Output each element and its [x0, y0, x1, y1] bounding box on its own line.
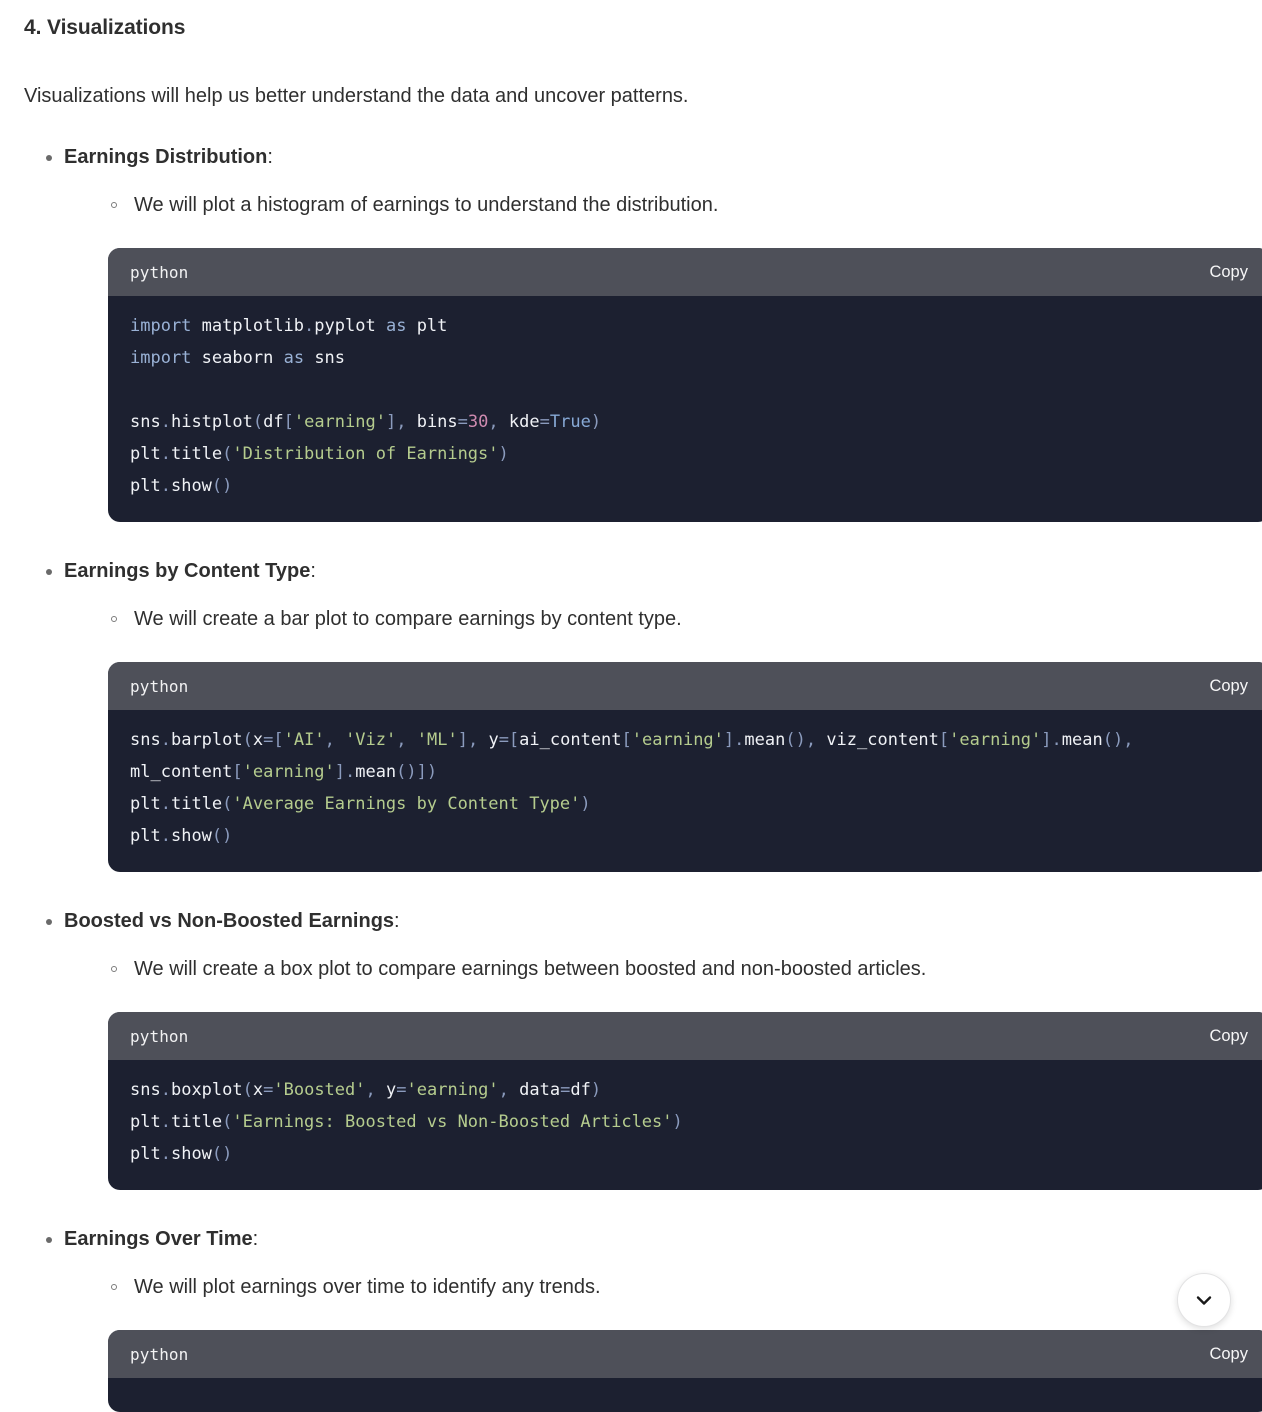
sub-list: We will create a bar plot to compare ear…: [64, 604, 1238, 634]
copy-button[interactable]: Copy: [1209, 677, 1248, 696]
sub-list-item: We will plot a histogram of earnings to …: [108, 190, 1238, 220]
list-item-title: Earnings Over Time: [64, 1228, 253, 1251]
list-item-colon: :: [252, 1228, 259, 1251]
code-language-label: python: [130, 676, 189, 696]
list-item-heading: Earnings Distribution:: [64, 142, 1238, 172]
code-content[interactable]: import matplotlib.pyplot as plt import s…: [108, 296, 1262, 522]
code-content[interactable]: sns.barplot(x=['AI', 'Viz', 'ML'], y=[ai…: [108, 710, 1262, 872]
code-language-label: python: [130, 262, 189, 282]
code-block-header: python Copy: [108, 248, 1262, 297]
list-item-colon: :: [310, 560, 316, 583]
list-item-colon: :: [394, 910, 400, 933]
list-item-heading: Boosted vs Non-Boosted Earnings:: [64, 906, 1238, 936]
list-item: Earnings by Content Type: We will create…: [24, 556, 1262, 873]
list-item-title: Earnings by Content Type: [64, 560, 311, 583]
code-content[interactable]: sns.boxplot(x='Boosted', y='earning', da…: [108, 1060, 1262, 1190]
page-title: 4. Visualizations: [24, 16, 186, 39]
sub-list: We will create a box plot to compare ear…: [64, 954, 1238, 984]
code-block: python Copy sns.boxplot(x='Boosted', y='…: [108, 1012, 1262, 1191]
scroll-to-bottom-button[interactable]: [1177, 1273, 1231, 1327]
code-language-label: python: [130, 1026, 189, 1046]
visualization-list: Earnings Distribution: We will plot a hi…: [24, 142, 1262, 1412]
code-block-header: python Copy: [108, 1012, 1262, 1061]
copy-button[interactable]: Copy: [1209, 263, 1248, 282]
list-item: Earnings Over Time: We will plot earning…: [24, 1224, 1262, 1412]
sub-list-item: We will create a bar plot to compare ear…: [108, 604, 1238, 634]
sub-list: We will plot a histogram of earnings to …: [64, 190, 1238, 220]
code-block: python Copy import matplotlib.pyplot as …: [108, 248, 1262, 523]
sub-list: We will plot earnings over time to ident…: [64, 1272, 1238, 1302]
intro-paragraph: Visualizations will help us better under…: [24, 85, 689, 108]
document-content: 4. Visualizations Visualizations will he…: [0, 0, 1262, 1412]
sub-list-item: We will plot earnings over time to ident…: [108, 1272, 1238, 1302]
list-item: Boosted vs Non-Boosted Earnings: We will…: [24, 906, 1262, 1191]
list-item: Earnings Distribution: We will plot a hi…: [24, 142, 1262, 523]
copy-button[interactable]: Copy: [1209, 1345, 1248, 1364]
chevron-down-icon: [1192, 1288, 1216, 1312]
list-item-heading: Earnings Over Time:: [64, 1224, 1238, 1254]
code-block: python Copy sns.barplot(x=['AI', 'Viz', …: [108, 662, 1262, 873]
code-language-label: python: [130, 1344, 189, 1364]
sub-list-item: We will create a box plot to compare ear…: [108, 954, 1238, 984]
code-block-header: python Copy: [108, 1330, 1262, 1379]
code-block: python Copy: [108, 1330, 1262, 1412]
list-item-title: Boosted vs Non-Boosted Earnings: [64, 910, 395, 933]
code-block-header: python Copy: [108, 662, 1262, 711]
copy-button[interactable]: Copy: [1209, 1027, 1248, 1046]
list-item-heading: Earnings by Content Type:: [64, 556, 1238, 586]
list-item-colon: :: [267, 146, 273, 169]
code-content[interactable]: [108, 1378, 1262, 1412]
list-item-title: Earnings Distribution: [64, 146, 268, 169]
